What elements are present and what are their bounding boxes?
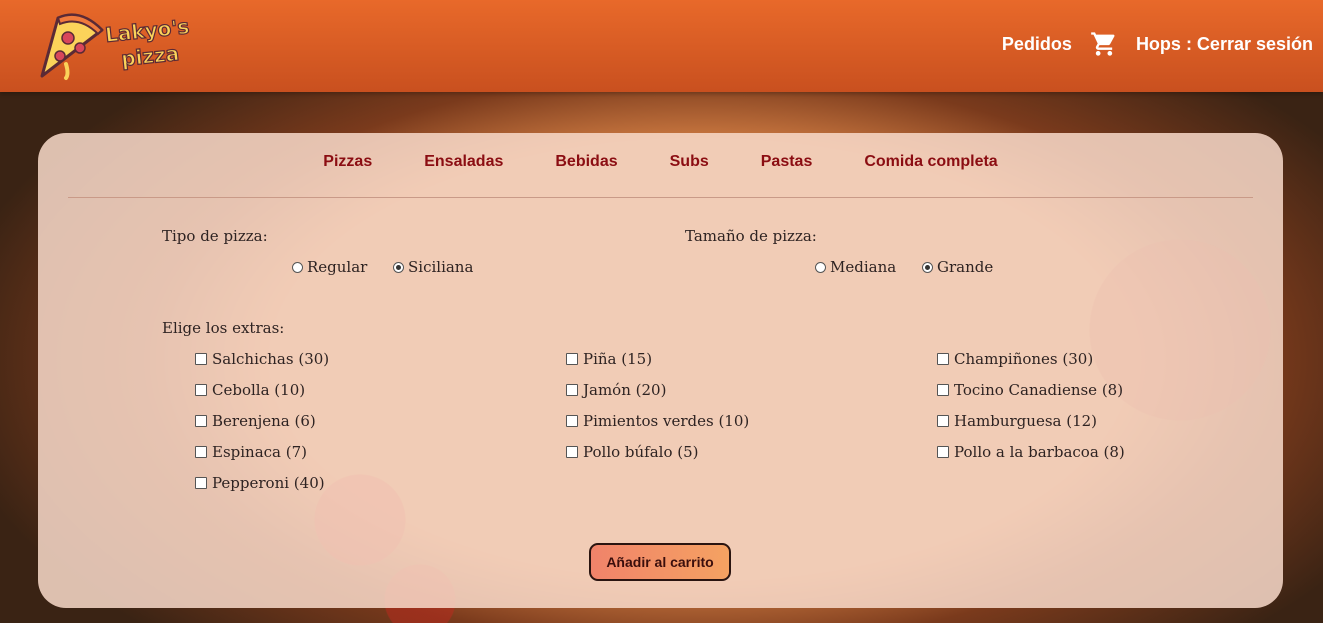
extras-label: Elige los extras: (162, 319, 285, 337)
pizza-type-label: Tipo de pizza: (162, 227, 268, 245)
extra-checkbox[interactable] (937, 415, 949, 427)
tab-pastas[interactable]: Pastas (761, 153, 813, 171)
extra-item[interactable]: Hamburguesa (12) (937, 412, 1097, 430)
header-nav: Pedidos Hops : Cerrar sesión (1002, 0, 1313, 88)
extra-item[interactable]: Pimientos verdes (10) (566, 412, 749, 430)
extra-item[interactable]: Espinaca (7) (195, 443, 307, 461)
extra-label: Berenjena (6) (212, 412, 316, 430)
add-to-cart-button[interactable]: Añadir al carrito (589, 543, 731, 581)
extra-label: Pollo búfalo (5) (583, 443, 699, 461)
logout-link[interactable]: Hops : Cerrar sesión (1136, 34, 1313, 55)
radio-grande[interactable] (922, 261, 933, 273)
extra-label: Jamón (20) (583, 381, 667, 399)
extra-label: Espinaca (7) (212, 443, 308, 461)
category-tabs: Pizzas Ensaladas Bebidas Subs Pastas Com… (38, 153, 1283, 171)
radio-mediana[interactable] (815, 261, 826, 273)
extra-item[interactable]: Pollo a la barbacoa (8) (937, 443, 1125, 461)
lakyos-pizza-logo[interactable]: Lakyo's pizza (36, 10, 211, 82)
extra-checkbox[interactable] (566, 415, 578, 427)
cart-icon[interactable] (1090, 30, 1118, 58)
extra-item[interactable]: Cebolla (10) (195, 381, 305, 399)
pizza-size-mediana-label: Mediana (830, 258, 897, 276)
radio-regular[interactable] (292, 261, 303, 273)
extra-label: Pimientos verdes (10) (583, 412, 750, 430)
tab-pizzas[interactable]: Pizzas (323, 153, 372, 171)
tab-subs[interactable]: Subs (670, 153, 709, 171)
pizza-type-regular-label: Regular (307, 258, 368, 276)
extra-checkbox[interactable] (937, 353, 949, 365)
orders-link[interactable]: Pedidos (1002, 34, 1072, 55)
extra-label: Piña (15) (583, 350, 653, 368)
extra-label: Pollo a la barbacoa (8) (954, 443, 1125, 461)
extra-checkbox[interactable] (566, 353, 578, 365)
extra-item[interactable]: Salchichas (30) (195, 350, 329, 368)
extra-checkbox[interactable] (195, 477, 207, 489)
extra-checkbox[interactable] (937, 384, 949, 396)
extra-label: Hamburguesa (12) (954, 412, 1098, 430)
extra-item[interactable]: Tocino Canadiense (8) (937, 381, 1123, 399)
extra-item[interactable]: Piña (15) (566, 350, 652, 368)
extra-label: Champiñones (30) (954, 350, 1094, 368)
pizza-size-grande[interactable]: Grande (922, 258, 993, 276)
pizza-type-siciliana[interactable]: Siciliana (393, 258, 473, 276)
pizza-size-mediana[interactable]: Mediana (815, 258, 896, 276)
extra-item[interactable]: Berenjena (6) (195, 412, 316, 430)
order-card: Pizzas Ensaladas Bebidas Subs Pastas Com… (38, 133, 1283, 608)
extra-item[interactable]: Pepperoni (40) (195, 474, 325, 492)
extra-label: Salchichas (30) (212, 350, 330, 368)
extra-checkbox[interactable] (195, 415, 207, 427)
pizza-size-label: Tamaño de pizza: (685, 227, 817, 245)
extra-item[interactable]: Champiñones (30) (937, 350, 1093, 368)
extra-label: Pepperoni (40) (212, 474, 325, 492)
extra-checkbox[interactable] (937, 446, 949, 458)
pizza-type-regular[interactable]: Regular (292, 258, 367, 276)
svg-text:pizza: pizza (120, 41, 180, 71)
tabs-divider (68, 197, 1253, 198)
extra-checkbox[interactable] (195, 353, 207, 365)
extra-item[interactable]: Pollo búfalo (5) (566, 443, 699, 461)
top-header: Lakyo's pizza Pedidos Hops : Cerrar sesi… (0, 0, 1323, 92)
extra-label: Cebolla (10) (212, 381, 306, 399)
extra-checkbox[interactable] (195, 446, 207, 458)
tab-comida-completa[interactable]: Comida completa (864, 153, 997, 171)
extra-checkbox[interactable] (195, 384, 207, 396)
extra-checkbox[interactable] (566, 384, 578, 396)
pizza-type-siciliana-label: Siciliana (408, 258, 474, 276)
pizza-size-grande-label: Grande (937, 258, 994, 276)
radio-siciliana[interactable] (393, 261, 404, 273)
tab-bebidas[interactable]: Bebidas (555, 153, 617, 171)
tab-ensaladas[interactable]: Ensaladas (424, 153, 503, 171)
extra-item[interactable]: Jamón (20) (566, 381, 666, 399)
extra-label: Tocino Canadiense (8) (954, 381, 1124, 399)
extra-checkbox[interactable] (566, 446, 578, 458)
